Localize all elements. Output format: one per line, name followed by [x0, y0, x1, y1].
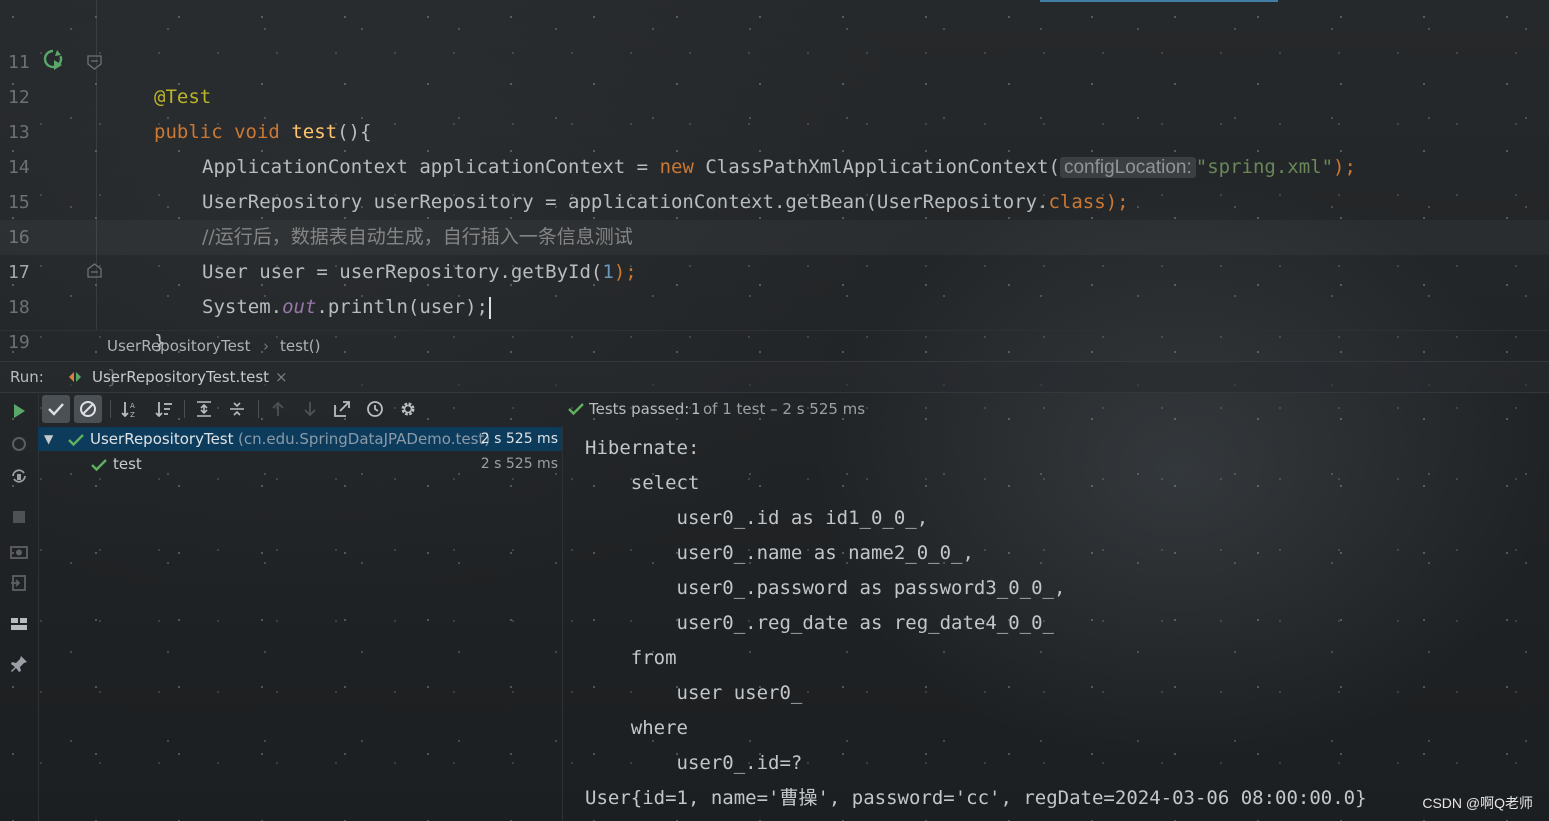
test-toolbar: AZ: [38, 392, 562, 426]
code-line-19[interactable]: 19 }: [0, 290, 1549, 388]
prev-failed-icon[interactable]: [268, 399, 288, 419]
toolbar-separator: [184, 400, 185, 418]
check-icon: [568, 403, 584, 416]
console-line: where: [585, 717, 688, 739]
console-line: user user0_: [585, 682, 814, 704]
export-icon[interactable]: [332, 399, 352, 419]
run-gutter-icon[interactable]: [42, 48, 64, 70]
stop-icon[interactable]: [9, 507, 29, 527]
console-line: user0_.reg_date as reg_date4_0_0_: [585, 612, 1066, 634]
run-tab[interactable]: UserRepositoryTest.test ×: [66, 362, 288, 392]
console-line: select: [585, 472, 700, 494]
code-line-12[interactable]: 12 public void test(){: [0, 45, 1549, 143]
collapse-all-icon[interactable]: [227, 399, 247, 419]
breadcrumb: UserRepositoryTest › test(): [0, 330, 1549, 361]
code-line-13[interactable]: 13 ApplicationContext applicationContext…: [0, 80, 1549, 178]
check-icon: [68, 434, 84, 447]
test-package: (cn.edu.SpringDataJPADemo.test): [238, 430, 491, 448]
camera-icon[interactable]: [9, 541, 29, 561]
console-line: Hibernate:: [585, 437, 711, 459]
rerun-icon[interactable]: [9, 401, 29, 421]
sort-duration-icon[interactable]: [154, 399, 174, 419]
code-editor[interactable]: 11 @Test 12 public void test(){ 13 Appli…: [0, 0, 1549, 388]
console-line: User{id=1, name='曹操', password='cc', reg…: [585, 787, 1367, 809]
chevron-down-icon[interactable]: ▼: [44, 427, 53, 451]
svg-text:A: A: [130, 402, 135, 410]
test-class-name: UserRepositoryTest: [90, 430, 234, 448]
toolbar-separator: [258, 400, 259, 418]
console-output[interactable]: Hibernate: select user0_.id as id1_0_0_,…: [563, 426, 1549, 821]
run-tab-label: UserRepositoryTest.test: [92, 368, 270, 386]
test-tree: ▼ UserRepositoryTest (cn.edu.SpringDataJ…: [38, 426, 563, 821]
test-duration: 2 s 525 ms: [480, 431, 558, 447]
settings-icon[interactable]: [398, 399, 418, 419]
toolbar-separator: [110, 400, 111, 418]
tree-node-root[interactable]: ▼ UserRepositoryTest (cn.edu.SpringDataJ…: [38, 427, 562, 451]
console-line: user0_.name as name2_0_0_,: [585, 542, 974, 564]
code-line-11[interactable]: 11 @Test: [0, 10, 1549, 108]
tree-node-test[interactable]: test 2 s 525 ms: [38, 452, 562, 476]
console-line: user0_.password as password3_0_0_,: [585, 577, 1066, 599]
exit-icon[interactable]: [9, 573, 29, 593]
code-line-18[interactable]: 18 }: [0, 255, 1549, 353]
status-count: 1: [691, 400, 701, 418]
show-passed-icon[interactable]: [46, 399, 66, 419]
sort-alpha-icon[interactable]: AZ: [120, 399, 140, 419]
test-duration: 2 s 525 ms: [480, 456, 558, 472]
console-line: from: [585, 647, 677, 669]
run-side-toolbar: [0, 392, 39, 821]
svg-text:Z: Z: [130, 411, 135, 419]
code-line-14[interactable]: 14 UserRepository userRepository = appli…: [0, 115, 1549, 213]
code-line-17[interactable]: 17 System.out.println(user);: [0, 220, 1549, 319]
console-line: user0_.id=?: [585, 752, 803, 774]
fold-icon[interactable]: [86, 54, 103, 71]
history-icon[interactable]: [365, 399, 385, 419]
run-tool-window-header: Run: UserRepositoryTest.test ×: [0, 361, 1549, 393]
watermark: CSDN @啊Q老师: [1422, 795, 1533, 811]
code-line-16[interactable]: 16 User user = userRepository.getById(1)…: [0, 185, 1549, 283]
status-suffix: of 1 test – 2 s 525 ms: [703, 400, 866, 418]
rerun-failed-icon[interactable]: [9, 434, 29, 454]
close-icon[interactable]: ×: [275, 362, 288, 392]
breadcrumb-method[interactable]: test(): [280, 331, 321, 361]
check-icon: [91, 459, 107, 472]
next-failed-icon[interactable]: [300, 399, 320, 419]
show-ignored-icon[interactable]: [78, 399, 98, 419]
expand-all-icon[interactable]: [194, 399, 214, 419]
test-method-name: test: [113, 455, 142, 473]
breadcrumb-class[interactable]: UserRepositoryTest: [107, 331, 251, 361]
fold-end-icon[interactable]: [86, 262, 103, 279]
toggle-auto-test-icon[interactable]: [9, 466, 29, 486]
pin-icon[interactable]: [9, 654, 29, 674]
status-prefix: Tests passed:: [589, 400, 690, 418]
layout-icon[interactable]: [9, 614, 29, 634]
test-run-icon: [69, 372, 81, 382]
code-line-15[interactable]: 15 //运行后，数据表自动生成，自行插入一条信息测试: [0, 150, 1549, 248]
run-label: Run:: [10, 368, 44, 386]
breadcrumb-separator: ›: [263, 337, 269, 355]
console-line: user0_.id as id1_0_0_,: [585, 507, 929, 529]
